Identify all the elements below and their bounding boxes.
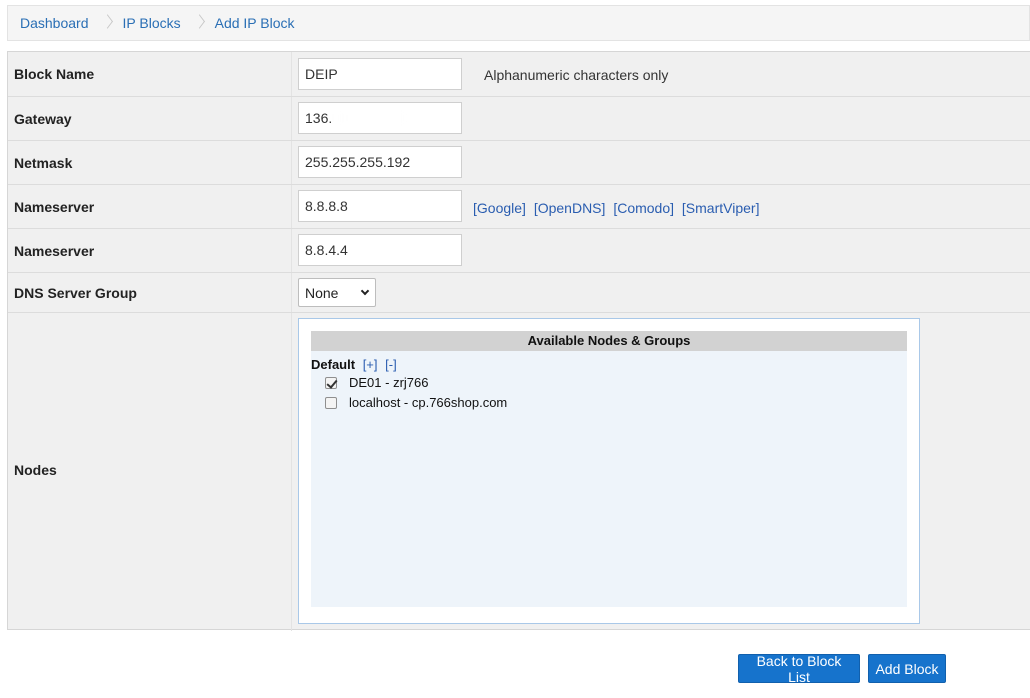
- node-item[interactable]: localhost - cp.766shop.com: [325, 395, 507, 410]
- group-collapse-link[interactable]: [-]: [385, 357, 397, 372]
- block-name-label: Block Name: [14, 66, 95, 82]
- block-name-hint: Alphanumeric characters only: [484, 67, 669, 83]
- dns-server-group-label: DNS Server Group: [14, 285, 137, 301]
- nodes-panel-body: Available Nodes & Groups Default [+] [-]…: [311, 331, 907, 607]
- row-netmask: Netmask: [8, 141, 1030, 185]
- ip-block-form: Block Name Alphanumeric characters only …: [7, 51, 1030, 631]
- block-name-input[interactable]: [298, 58, 462, 90]
- dns-server-group-value: None: [305, 284, 339, 301]
- dns-server-group-select[interactable]: None: [298, 278, 376, 307]
- node-label: DE01 - zrj766: [349, 375, 429, 390]
- nodes-label: Nodes: [14, 462, 57, 478]
- row-nameserver-1: Nameserver [Google] [OpenDNS] [Comodo] […: [8, 185, 1030, 229]
- row-block-name: Block Name Alphanumeric characters only: [8, 52, 1030, 97]
- breadcrumb-separator-icon: [103, 14, 111, 32]
- nodes-panel-title: Available Nodes & Groups: [311, 331, 907, 351]
- add-block-button[interactable]: Add Block: [868, 654, 946, 683]
- breadcrumb-ip-blocks[interactable]: IP Blocks: [121, 15, 189, 31]
- node-checkbox[interactable]: [325, 376, 337, 389]
- node-group-name: Default: [311, 357, 356, 372]
- back-to-block-list-button[interactable]: Back to Block List: [738, 653, 860, 685]
- netmask-input[interactable]: [298, 146, 462, 178]
- group-expand-link[interactable]: [+]: [363, 357, 378, 372]
- preset-comodo-link[interactable]: [Comodo]: [613, 200, 674, 216]
- nameserver-1-input[interactable]: [298, 190, 462, 222]
- chevron-down-icon: [360, 286, 370, 296]
- node-item[interactable]: DE01 - zrj766: [325, 375, 428, 390]
- nameserver-presets: [Google] [OpenDNS] [Comodo] [SmartViper]: [473, 200, 763, 216]
- netmask-label: Netmask: [14, 155, 73, 171]
- row-nameserver-2: Nameserver: [8, 229, 1030, 273]
- breadcrumb-dashboard[interactable]: Dashboard: [18, 15, 97, 31]
- node-label: localhost - cp.766shop.com: [349, 395, 508, 410]
- nameserver-1-label: Nameserver: [14, 199, 95, 215]
- gateway-label: Gateway: [14, 111, 72, 127]
- nameserver-2-label: Nameserver: [14, 243, 95, 259]
- breadcrumb: Dashboard IP Blocks Add IP Block: [7, 5, 1030, 41]
- row-dns-server-group: DNS Server Group None: [8, 273, 1030, 313]
- breadcrumb-separator-icon: [195, 14, 203, 32]
- row-gateway: Gateway: [8, 97, 1030, 141]
- nodes-panel: Available Nodes & Groups Default [+] [-]…: [298, 318, 920, 624]
- redaction-blur: [332, 110, 412, 126]
- node-checkbox[interactable]: [325, 396, 337, 409]
- breadcrumb-add-ip-block: Add IP Block: [214, 15, 295, 31]
- preset-smartviper-link[interactable]: [SmartViper]: [682, 200, 760, 216]
- preset-opendns-link[interactable]: [OpenDNS]: [534, 200, 606, 216]
- node-group-default: Default [+] [-]: [311, 357, 397, 372]
- preset-google-link[interactable]: [Google]: [473, 200, 526, 216]
- nameserver-2-input[interactable]: [298, 234, 462, 266]
